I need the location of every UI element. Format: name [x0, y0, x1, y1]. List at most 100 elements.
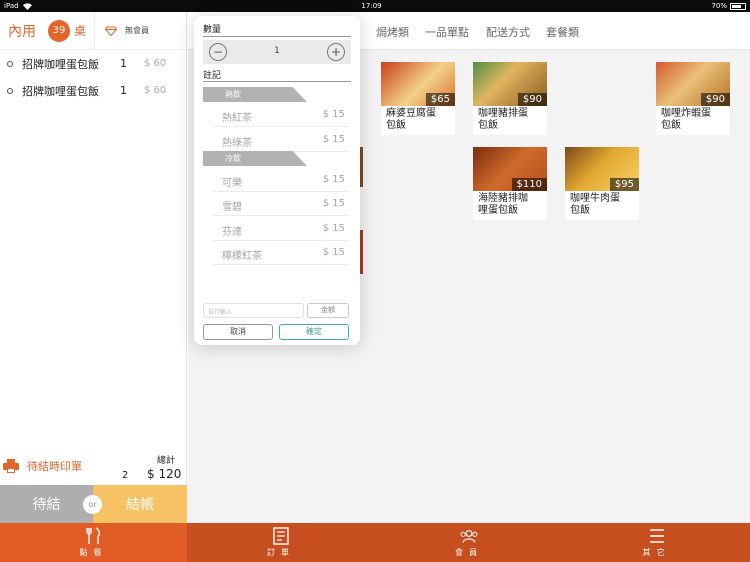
note-label: 註記 [203, 71, 222, 81]
menu-item-price: $65 [425, 93, 455, 106]
menu-item-name: 咖哩牛肉蛋 包飯 [570, 193, 620, 216]
tab-others[interactable]: 其它 [563, 523, 750, 562]
table-number-badge[interactable]: 39 [48, 19, 70, 42]
menu-item-price: $90 [700, 93, 730, 106]
device-name: iPad [4, 2, 19, 10]
menu-item-name: 咖哩豬排蛋 包飯 [478, 108, 528, 131]
total-label: 總計 [157, 456, 176, 466]
print-on-hold-toggle[interactable]: 待結時印單 [3, 458, 82, 474]
amount-button[interactable]: 金額 [307, 303, 349, 318]
bottom-tab-bar: 點餐 訂單 會員 其它 [0, 523, 750, 562]
order-item[interactable]: 招牌咖哩蛋包飯 1 $ 60 [0, 50, 186, 77]
option-name: 熱綠茶 [222, 138, 252, 149]
order-item-price: $ 60 [144, 58, 167, 69]
or-badge: or [83, 495, 102, 514]
order-item-qty: 1 [120, 84, 127, 97]
diamond-icon[interactable] [105, 26, 118, 36]
divider [94, 11, 96, 50]
custom-item-input[interactable]: 自行輸入 [203, 303, 304, 318]
tab-category-1[interactable]: 焗烤類 [376, 24, 409, 40]
option-item[interactable]: 熱綠茶 $ 15 [213, 127, 349, 152]
total-amount: $ 120 [147, 467, 182, 481]
checkout-buttons: 待結 結帳 or [0, 485, 187, 523]
menu-item-image: $90 [473, 62, 547, 106]
menu-item-name: 咖哩炸蝦蛋 包飯 [661, 108, 711, 131]
menu-item-price: $95 [609, 178, 639, 191]
bullet-icon [7, 60, 13, 67]
quantity-label: 數量 [203, 25, 222, 35]
members-icon [460, 530, 478, 543]
menu-item-image: $95 [565, 147, 639, 191]
tab-label: 訂單 [267, 548, 295, 557]
option-name: 熱紅茶 [222, 113, 252, 124]
hold-button[interactable]: 待結 [0, 485, 93, 523]
order-header: 內用 39 桌 無會員 [0, 11, 186, 50]
cancel-button[interactable]: 取消 [203, 324, 273, 340]
order-item[interactable]: 招牌咖哩蛋包飯 1 $ 60 [0, 77, 186, 104]
quantity-stepper: − 1 + [203, 40, 351, 64]
order-panel: 內用 39 桌 無會員 招牌咖哩蛋包飯 1 $ 60 招牌咖哩蛋包飯 1 $ 6… [0, 11, 187, 523]
option-price: $ 15 [322, 174, 345, 185]
tab-category-2[interactable]: 一品單點 [425, 24, 469, 40]
tab-order-food[interactable]: 點餐 [0, 523, 187, 562]
clock: 17:09 [361, 2, 382, 10]
receipt-icon [273, 527, 289, 545]
total-count: 2 [122, 470, 129, 481]
battery-icon [730, 2, 746, 10]
menu-item-name: 麻婆豆腐蛋 包飯 [386, 108, 436, 131]
option-price: $ 15 [322, 109, 345, 120]
option-item[interactable]: 檸檬紅茶 $ 15 [213, 240, 349, 265]
order-item-qty: 1 [120, 57, 127, 70]
divider [203, 81, 351, 82]
confirm-button[interactable]: 確定 [279, 324, 349, 340]
option-name: 雪碧 [222, 202, 242, 213]
option-name: 檸檬紅茶 [222, 251, 262, 262]
option-price: $ 15 [322, 134, 345, 145]
option-name: 芬達 [222, 227, 242, 238]
order-item-price: $ 60 [144, 85, 167, 96]
status-bar: iPad 17:09 70% [0, 0, 750, 12]
option-price: $ 15 [322, 247, 345, 258]
pay-button[interactable]: 結帳 [93, 485, 187, 523]
tab-members[interactable]: 會員 [375, 523, 563, 562]
option-price: $ 15 [322, 198, 345, 209]
option-item[interactable]: 可樂 $ 15 [213, 167, 349, 192]
wifi-icon [22, 2, 32, 10]
tab-orders[interactable]: 訂單 [187, 523, 375, 562]
menu-item-card[interactable]: $110 海陸豬排咖 哩蛋包飯 [473, 147, 547, 220]
order-item-name: 招牌咖哩蛋包飯 [22, 84, 99, 98]
option-item[interactable]: 雪碧 $ 15 [213, 191, 349, 216]
option-item[interactable]: 熱紅茶 $ 15 [213, 102, 349, 127]
menu-item-card[interactable]: $90 咖哩炸蝦蛋 包飯 [656, 62, 730, 135]
menu-item-card[interactable]: $95 咖哩牛肉蛋 包飯 [565, 147, 639, 220]
bullet-icon [7, 87, 13, 94]
menu-item-image: $110 [473, 147, 547, 191]
group-cold-drinks: 冷飲 [203, 151, 307, 166]
battery-percent: 70% [711, 2, 727, 10]
print-on-hold-label: 待結時印單 [27, 460, 82, 473]
menu-item-card[interactable]: $90 咖哩豬排蛋 包飯 [473, 62, 547, 135]
order-item-name: 招牌咖哩蛋包飯 [22, 57, 99, 71]
menu-item-name: 海陸豬排咖 哩蛋包飯 [478, 193, 528, 216]
group-hot-drinks: 熱飲 [203, 87, 307, 102]
menu-item-price: $110 [511, 178, 547, 191]
member-status[interactable]: 無會員 [125, 25, 149, 36]
option-item[interactable]: 芬達 $ 15 [213, 216, 349, 241]
plus-button[interactable]: + [327, 43, 345, 61]
utensils-icon [85, 527, 100, 544]
divider [203, 36, 351, 37]
menu-item-image: $65 [381, 62, 455, 106]
menu-item-card[interactable]: $65 麻婆豆腐蛋 包飯 [381, 62, 455, 135]
dine-type-button[interactable]: 內用 [8, 21, 48, 41]
menu-item-price: $90 [517, 93, 547, 106]
tab-label: 點餐 [79, 548, 108, 557]
option-price: $ 15 [322, 223, 345, 234]
tab-category-4[interactable]: 套餐類 [546, 24, 579, 40]
menu-icon [649, 529, 664, 543]
order-item-list: 招牌咖哩蛋包飯 1 $ 60 招牌咖哩蛋包飯 1 $ 60 [0, 50, 186, 104]
option-name: 可樂 [222, 178, 242, 189]
printer-icon [3, 459, 19, 473]
menu-item-image: $90 [656, 62, 730, 106]
table-label: 桌 [74, 24, 87, 38]
tab-category-3[interactable]: 配送方式 [486, 24, 530, 40]
